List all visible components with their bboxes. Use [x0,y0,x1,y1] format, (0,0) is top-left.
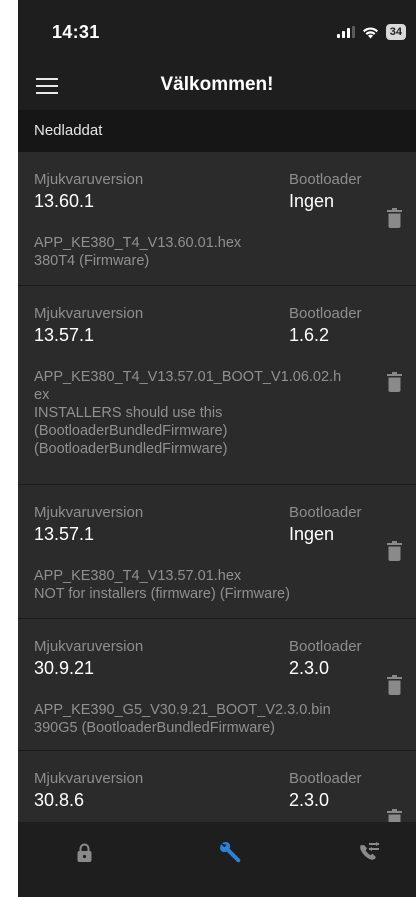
description-line: (BootloaderBundledFirmware) [34,423,228,439]
software-version-label: Mjukvaruversion [34,171,144,188]
bootloader-label: Bootloader [289,171,362,188]
description-line: NOT for installers (firmware) (Firmware) [34,586,290,602]
tab-lock[interactable] [64,832,104,872]
section-title: Nedladdat [34,122,103,139]
trash-icon[interactable] [387,208,402,228]
software-version-value: 30.9.21 [34,658,95,678]
software-version-label: Mjukvaruversion [34,770,144,787]
description-line: APP_KE380_T4_V13.60.01.hex [34,235,242,251]
firmware-description: APP_KE390_G5_V30.9.21_BOOT_V2.3.0.bin 39… [34,701,384,737]
bootloader-value: 2.3.0 [289,658,330,678]
software-version-label: Mjukvaruversion [34,305,144,322]
software-version-value: 13.60.1 [34,191,95,211]
lock-icon [77,843,91,862]
software-version-value: 13.57.1 [34,524,95,544]
description-line: APP_KE380_T4_V13.57.01.hex [34,568,242,584]
bottom-nav [18,822,416,897]
firmware-description: APP_KE380_T4_V13.57.01_BOOT_V1.06.02.h e… [34,368,384,458]
trash-icon[interactable] [387,675,402,695]
bootloader-label: Bootloader [289,638,362,655]
wrench-icon [220,842,241,863]
page-title: Välkommen! [160,74,274,95]
bootloader-value: Ingen [289,524,335,544]
signal-icon [336,26,355,38]
tab-tools[interactable] [211,832,251,872]
description-line: 390G5 (BootloaderBundledFirmware) [34,720,275,736]
firmware-list: Mjukvaruversion Bootloader 13.60.1 Ingen… [18,152,416,822]
trash-icon[interactable] [387,372,402,392]
software-version-value: 30.8.6 [34,790,85,810]
software-version-label: Mjukvaruversion [34,638,144,655]
section-header: Nedladdat [18,110,416,152]
status-icons: 34 [336,24,406,40]
description-line: APP_KE380_T4_V13.57.01_BOOT_V1.06.02.h [34,369,342,385]
trash-icon[interactable] [387,541,402,561]
trash-icon[interactable] [387,809,402,822]
firmware-item[interactable]: Mjukvaruversion Bootloader 13.57.1 1.6.2… [18,286,416,485]
firmware-description: APP_KE380_T4_V13.60.01.hex 380T4 (Firmwa… [34,234,384,270]
bootloader-label: Bootloader [289,770,362,787]
tab-connect[interactable] [349,832,389,872]
app-bar: Välkommen! [18,64,416,110]
software-version-label: Mjukvaruversion [34,504,144,521]
firmware-item[interactable]: Mjukvaruversion Bootloader 13.60.1 Ingen… [18,152,416,286]
software-version-value: 13.57.1 [34,325,95,345]
description-line: INSTALLERS should use this [34,405,223,421]
description-line: APP_KE390_G5_V30.9.21_BOOT_V2.3.0.bin [34,702,331,718]
firmware-description: APP_KE380_T4_V13.57.01.hex NOT for insta… [34,567,384,603]
firmware-item[interactable]: Mjukvaruversion Bootloader 13.57.1 Ingen… [18,485,416,619]
firmware-item[interactable]: Mjukvaruversion Bootloader 30.8.6 2.3.0 [18,751,416,822]
bootloader-value: 1.6.2 [289,325,330,345]
bootloader-value: Ingen [289,191,335,211]
firmware-item[interactable]: Mjukvaruversion Bootloader 30.9.21 2.3.0… [18,619,416,751]
wifi-icon [362,26,378,38]
status-bar: 14:31 34 [18,0,416,64]
bootloader-value: 2.3.0 [289,790,330,810]
phone-transfer-icon [360,842,380,860]
description-line: 380T4 (Firmware) [34,253,150,269]
status-time: 14:31 [52,22,100,42]
description-line: (BootloaderBundledFirmware) [34,441,228,457]
bootloader-label: Bootloader [289,305,362,322]
phone-screen: 14:31 34 Välkommen! Nedladdat Mjukvaruve… [18,0,416,897]
battery-icon: 34 [385,24,406,40]
description-line: ex [34,387,50,403]
bootloader-label: Bootloader [289,504,362,521]
